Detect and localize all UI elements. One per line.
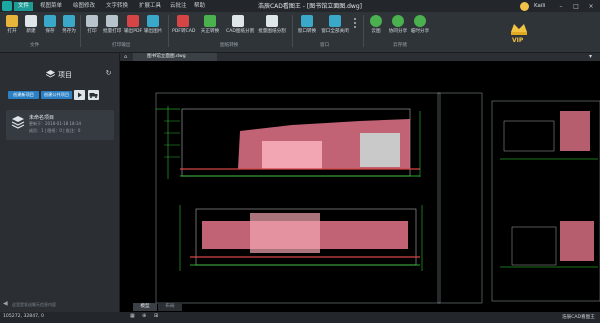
pdf-to-cad-button[interactable]: PDF转CAD <box>172 14 195 40</box>
ribbon-separator <box>80 15 81 47</box>
project-card-time: 更新于：2018-01-18 18:34 <box>29 121 82 126</box>
close-icon[interactable]: × <box>586 2 596 11</box>
avatar[interactable] <box>520 2 529 11</box>
group-label-file: 文件 <box>30 43 40 48</box>
menu-tab-extend-tools[interactable]: 扩展工具 <box>135 2 165 11</box>
printer-icon <box>86 15 98 27</box>
vip-badge[interactable]: VIP <box>508 18 530 48</box>
menu-tab-cloud-annotation[interactable]: 云批注 <box>166 2 191 11</box>
play-icon <box>78 92 82 98</box>
batch-split-button[interactable]: 批量图纸分割 <box>258 14 286 40</box>
split-icon <box>232 15 244 27</box>
image-icon <box>147 15 159 27</box>
group-label-print-output: 打印输出 <box>112 43 131 48</box>
group-label-drawing-convert: 图纸转换 <box>220 43 239 48</box>
project-card-meta: 成员：1 | 图纸：0 | 批注：0 <box>29 128 81 133</box>
menu-tab-text-convert[interactable]: 文字转换 <box>102 2 132 11</box>
stack-icon <box>11 115 25 129</box>
lower-elevation-drawing <box>179 205 423 271</box>
print-button[interactable]: 打印 <box>83 14 101 40</box>
cloud-icon <box>370 15 382 27</box>
window-title: 浩辰CAD看图王 - [图书馆立面图.dwg] <box>257 3 362 10</box>
window-convert-button[interactable]: 窗口转换 <box>296 14 318 40</box>
pdf-icon <box>127 15 139 27</box>
refresh-icon[interactable]: ↻ <box>104 69 113 78</box>
speaker-icon[interactable]: ◀ <box>3 300 10 308</box>
temp-share-button[interactable]: 临时分享 <box>410 14 430 40</box>
snap-icon[interactable]: ⊕ <box>142 313 150 321</box>
tangent-convert-button[interactable]: 天正转换 <box>199 14 221 40</box>
home-icon[interactable]: ⌂ <box>124 54 131 60</box>
create-project-button[interactable]: 创建新项目 <box>8 91 39 99</box>
ribbon-separator <box>292 15 293 47</box>
join-project-button[interactable]: 创建公共项目 <box>41 91 72 99</box>
pdf-convert-icon <box>177 15 189 27</box>
open-button[interactable]: 打开 <box>3 14 21 40</box>
drawing-canvas[interactable] <box>120 61 600 312</box>
ribbon-separator <box>363 15 364 47</box>
cad-drawing <box>155 92 600 304</box>
close-windows-icon <box>329 15 341 27</box>
grid-icon[interactable]: ▦ <box>130 313 138 321</box>
folder-open-icon <box>6 15 18 27</box>
cloud-drawing-button[interactable]: 云图 <box>367 14 385 40</box>
tab-layout[interactable]: 布局 <box>158 303 182 311</box>
ribbon-separator <box>168 15 169 47</box>
chat-input[interactable]: 这里是发送聊天信息内容 <box>12 301 112 309</box>
export-image-button[interactable]: 输出图片 <box>144 14 162 40</box>
cad-split-button[interactable]: CAD图纸分割 <box>226 14 254 40</box>
ortho-icon[interactable]: ⊞ <box>154 313 162 321</box>
layers-icon <box>45 70 56 78</box>
user-name[interactable]: Kaili <box>534 2 545 11</box>
save-as-button[interactable]: 另存为 <box>60 14 78 40</box>
batch-split-icon <box>266 15 278 27</box>
share-icon <box>392 15 404 27</box>
new-button[interactable]: 新建 <box>22 14 40 40</box>
menu-tab-view[interactable]: 视图菜单 <box>36 2 66 11</box>
upper-elevation-drawing <box>156 106 421 179</box>
ribbon-collapse-handle[interactable] <box>353 16 357 36</box>
status-bar <box>0 312 600 323</box>
menu-tab-file[interactable]: 文件 <box>14 2 34 11</box>
save-button[interactable]: 保存 <box>41 14 59 40</box>
minimize-icon[interactable]: – <box>556 2 566 11</box>
collab-share-button[interactable]: 协同分享 <box>388 14 408 40</box>
vip-label: VIP <box>512 37 524 44</box>
batch-print-button[interactable]: 批量打印 <box>103 14 121 40</box>
new-file-icon <box>25 15 37 27</box>
save-icon <box>44 15 56 27</box>
status-app-name: 浩辰CAD看图王 <box>562 315 595 320</box>
tab-menu-icon[interactable]: ▾ <box>589 53 598 61</box>
document-tab[interactable]: 图书馆立面图.dwg <box>133 53 217 61</box>
group-label-window: 窗口 <box>320 43 330 48</box>
group-label-cloud-storage: 云存储 <box>393 43 407 48</box>
app-logo-icon[interactable] <box>2 1 12 11</box>
project-panel-title: 项目 <box>58 71 72 79</box>
save-as-icon <box>63 15 75 27</box>
cursor-coordinates: 105272, 32847, 0 <box>3 314 44 319</box>
truck-icon <box>89 93 98 99</box>
temp-share-icon <box>414 15 426 27</box>
tab-model[interactable]: 模型 <box>133 303 157 311</box>
play-video-button[interactable] <box>74 90 85 100</box>
close-all-windows-button[interactable]: 窗口全部关闭 <box>320 14 350 40</box>
right-sheet-drawing <box>500 111 598 268</box>
maximize-icon[interactable]: □ <box>571 2 581 11</box>
truck-button[interactable] <box>88 90 99 100</box>
project-card-name: 未命名项目 <box>29 115 55 121</box>
export-pdf-button[interactable]: 输出PDF <box>124 14 142 40</box>
window-icon <box>301 15 313 27</box>
convert-icon <box>204 15 216 27</box>
menu-tab-draw-edit[interactable]: 绘图修改 <box>69 2 99 11</box>
batch-printer-icon <box>106 15 118 27</box>
